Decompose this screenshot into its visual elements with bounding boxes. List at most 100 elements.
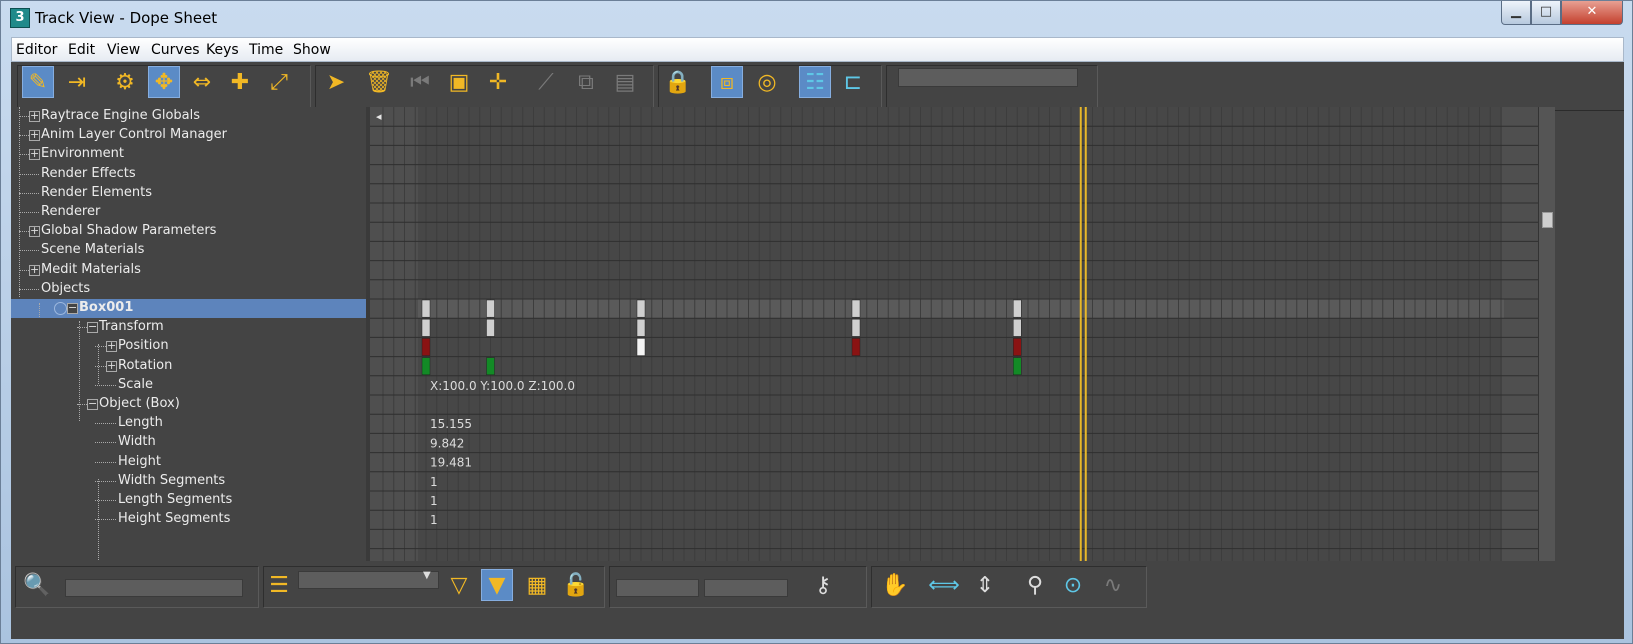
collapse-icon[interactable]: − xyxy=(67,302,78,314)
key-rotation xyxy=(421,357,431,376)
collapse-icon[interactable]: − xyxy=(87,398,98,410)
expand-icon[interactable]: + xyxy=(106,340,117,353)
key-transform xyxy=(851,318,861,337)
dope-sheet-grid[interactable]: ◂ X:100.0 Y:100.0 Z:100.0 15.155 9.842 19.48… xyxy=(370,107,1538,581)
tree-item-label: Environment xyxy=(41,146,125,162)
reverse-time-icon[interactable]: ⏮ xyxy=(404,66,436,98)
tree-item-position[interactable]: + Position xyxy=(11,337,366,356)
close-button[interactable]: ✕ xyxy=(1561,1,1623,25)
tree-item-global-shadow-parameters[interactable]: + Global Shadow Parameters xyxy=(11,222,366,241)
snap-frames-icon[interactable]: ⧈ xyxy=(711,66,743,98)
expand-icon[interactable]: + xyxy=(29,264,40,276)
maximize-button[interactable]: □ xyxy=(1531,1,1561,25)
tree-connector xyxy=(19,192,39,194)
tree-item-renderer[interactable]: Renderer xyxy=(11,203,366,222)
tree-item-object-box[interactable]: − Object (Box) xyxy=(11,395,366,414)
copy-icon[interactable]: ⧉ xyxy=(570,66,602,98)
tree-item-medit-materials[interactable]: + Medit Materials xyxy=(11,261,366,280)
tree-item-transform[interactable]: − Transform xyxy=(11,318,366,337)
tree-connector xyxy=(95,423,116,425)
vertical-scrollbar[interactable] xyxy=(1538,107,1555,604)
menu-view[interactable]: View xyxy=(107,42,140,58)
menu-time[interactable]: Time xyxy=(249,42,283,58)
menu-edit[interactable]: Edit xyxy=(68,42,95,58)
lock-selection-icon[interactable]: 🔒 xyxy=(662,66,694,98)
tree-item-height[interactable]: Height xyxy=(11,453,366,472)
key-info-icon[interactable]: ⚷ xyxy=(807,569,839,601)
select-time-icon[interactable]: ➤ xyxy=(320,66,352,98)
insert-time-icon[interactable]: ✛ xyxy=(482,66,514,98)
time-field-2[interactable] xyxy=(704,579,788,597)
lock-keys-icon[interactable]: 🔓 xyxy=(560,569,592,601)
app-icon: 3 xyxy=(10,8,30,28)
menu-curves[interactable]: Curves xyxy=(151,42,200,58)
paste-icon[interactable]: ▤ xyxy=(609,66,641,98)
minimize-button[interactable]: ▁ xyxy=(1501,1,1531,25)
tree-item-environment[interactable]: + Environment xyxy=(11,145,366,164)
modify-subtree-icon[interactable]: ⟋ xyxy=(530,66,562,98)
show-ranges-icon[interactable]: ▦ xyxy=(521,569,553,601)
tree-item-render-effects[interactable]: Render Effects xyxy=(11,165,366,184)
title-bar[interactable]: 3 Track View - Dope Sheet ▁ □ ✕ xyxy=(1,1,1633,35)
tree-item-label: Medit Materials xyxy=(41,261,141,277)
key-transform xyxy=(486,318,495,337)
show-selected-keys-icon[interactable]: ▽ xyxy=(443,569,475,601)
slide-keys-icon[interactable]: ⇔ xyxy=(186,66,218,98)
menu-editor[interactable]: Editor xyxy=(16,42,57,58)
width-value: 9.842 xyxy=(430,436,464,450)
show-keyable-icon[interactable]: ◎ xyxy=(751,66,783,98)
delete-time-icon[interactable]: 🗑 xyxy=(363,66,395,98)
tree-item-box001[interactable]: − Box001 xyxy=(11,299,366,318)
filters-icon[interactable]: ⚙ xyxy=(109,66,141,98)
edit-keys-icon[interactable]: ✎ xyxy=(22,66,54,98)
manual-navigation-icon[interactable]: ⊏ xyxy=(837,66,869,98)
filter-dropdown[interactable] xyxy=(298,571,439,589)
edit-ranges-icon[interactable]: ⇥ xyxy=(61,66,93,98)
expand-icon[interactable]: + xyxy=(29,148,40,161)
pan-hand-icon[interactable]: ✋ xyxy=(879,569,911,601)
tree-item-anim-layer-control-manager[interactable]: + Anim Layer Control Manager xyxy=(11,126,366,145)
tree-item-scene-materials[interactable]: Scene Materials xyxy=(11,241,366,260)
tree-item-length-segments[interactable]: Length Segments xyxy=(11,491,366,510)
zoom-selected-icon[interactable]: 🔍 xyxy=(21,569,53,601)
zoom-value-extents-icon[interactable]: ⇕ xyxy=(969,569,1001,601)
expand-icon[interactable]: + xyxy=(29,129,40,142)
menu-keys[interactable]: Keys xyxy=(206,42,239,58)
show-hierarchy-icon[interactable]: ☷ xyxy=(799,66,831,98)
isolate-curve-icon[interactable]: ∿ xyxy=(1097,569,1129,601)
tree-item-width[interactable]: Width xyxy=(11,433,366,452)
zoom-region-icon[interactable]: ⊙ xyxy=(1057,569,1089,601)
vertical-scroll-thumb[interactable] xyxy=(1542,212,1553,228)
tree-item-label: Transform xyxy=(99,319,164,335)
menu-show[interactable]: Show xyxy=(293,42,331,58)
track-view-window: 3 Track View - Dope Sheet ▁ □ ✕ Editor E… xyxy=(0,0,1633,644)
scale-time-icon[interactable]: ▣ xyxy=(443,66,475,98)
tree-item-objects[interactable]: Objects xyxy=(11,280,366,299)
zoom-icon[interactable]: ⚲ xyxy=(1019,569,1051,601)
expand-icon[interactable]: + xyxy=(29,225,40,238)
find-field[interactable] xyxy=(65,579,243,597)
expand-icon[interactable]: + xyxy=(106,360,117,372)
show-all-keys-icon[interactable]: ▼ xyxy=(481,569,513,601)
tree-item-label: Rotation xyxy=(118,357,173,373)
tree-item-label: Width xyxy=(118,434,156,450)
tree-item-length[interactable]: Length xyxy=(11,414,366,433)
zoom-horizontal-extents-icon[interactable]: ⟺ xyxy=(928,569,960,601)
move-keys-icon[interactable]: ✥ xyxy=(148,66,180,98)
expand-icon[interactable]: + xyxy=(29,110,40,122)
tree-item-scale[interactable]: Scale xyxy=(11,376,366,395)
tree-item-width-segments[interactable]: Width Segments xyxy=(11,472,366,491)
tree-item-height-segments[interactable]: Height Segments xyxy=(11,510,366,529)
add-remove-keys-icon[interactable]: ✚ xyxy=(224,66,256,98)
tree-item-raytrace-engine-globals[interactable]: + Raytrace Engine Globals xyxy=(11,107,366,126)
tree-item-label: Length xyxy=(118,415,163,431)
filter-edit-icon[interactable]: ☰ xyxy=(263,569,295,601)
tree-item-rotation[interactable]: + Rotation xyxy=(11,357,366,376)
toolbar-input[interactable] xyxy=(898,68,1078,87)
tree-item-render-elements[interactable]: Render Elements xyxy=(11,184,366,203)
collapse-icon[interactable]: − xyxy=(87,321,98,334)
tree-item-label: Height xyxy=(118,453,161,469)
tree-item-label: Object (Box) xyxy=(99,396,180,411)
time-field-1[interactable] xyxy=(616,579,699,597)
scale-keys-icon[interactable]: ⤢ xyxy=(263,66,295,98)
